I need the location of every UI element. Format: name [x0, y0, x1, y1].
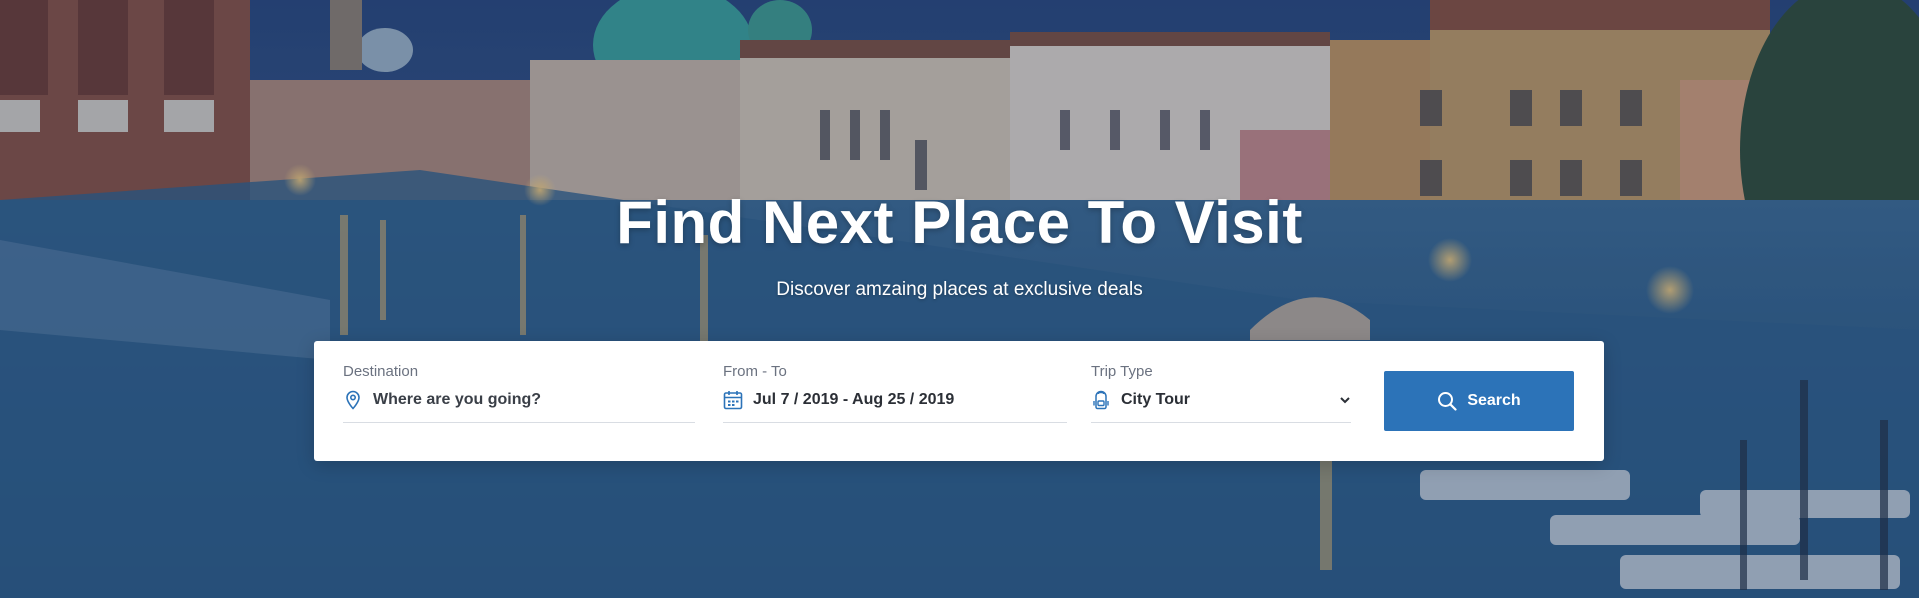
search-button[interactable]: Search — [1384, 371, 1574, 431]
backpack-icon — [1091, 390, 1111, 410]
calendar-icon — [723, 390, 743, 410]
search-form: Destination Where are you going? From - … — [314, 341, 1604, 461]
date-range-value[interactable]: Jul 7 / 2019 - Aug 25 / 2019 — [753, 391, 954, 409]
search-icon — [1437, 391, 1457, 411]
chevron-down-icon[interactable] — [1339, 394, 1351, 406]
trip-type-label: Trip Type — [1091, 363, 1153, 380]
destination-label: Destination — [343, 363, 419, 380]
date-range-label: From - To — [723, 363, 787, 380]
trip-type-select[interactable]: Trip Type City Tour — [1091, 363, 1351, 423]
hero-title: Find Next Place To Visit — [616, 189, 1303, 256]
hero-subtitle: Discover amzaing places at exclusive dea… — [776, 279, 1143, 300]
destination-field[interactable]: Destination Where are you going? — [343, 363, 695, 423]
destination-input[interactable]: Where are you going? — [373, 391, 541, 409]
search-button-label: Search — [1467, 392, 1521, 409]
date-range-field[interactable]: From - To Jul 7 / 2019 - Aug 25 / 2019 — [723, 363, 1067, 423]
hero-banner: Find Next Place To Visit Discover amzain… — [0, 0, 1919, 598]
trip-type-value[interactable]: City Tour — [1121, 391, 1190, 409]
map-pin-icon — [343, 390, 363, 410]
